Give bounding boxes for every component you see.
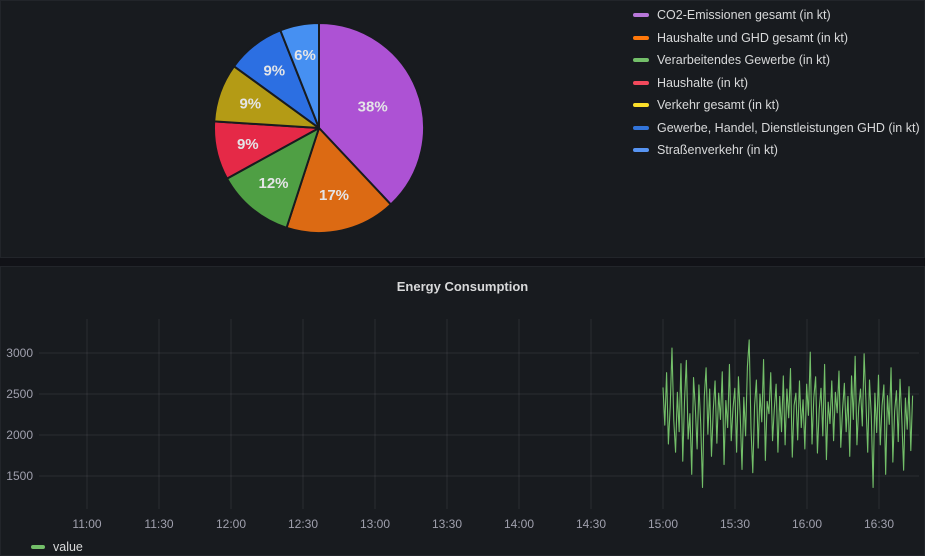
legend-item[interactable]: CO2-Emissionen gesamt (in kt) [633,4,920,27]
legend-swatch [633,36,649,40]
x-axis-label: 14:30 [576,517,606,531]
x-axis-label: 16:00 [792,517,822,531]
legend-label: Gewerbe, Handel, Dienstleistungen GHD (i… [657,121,920,135]
x-axis-label: 15:00 [648,517,678,531]
value-series-line [663,340,913,488]
y-axis-label: 1500 [6,469,33,483]
legend-item[interactable]: Haushalte und GHD gesamt (in kt) [633,27,920,50]
y-axis-label: 2500 [6,387,33,401]
x-axis-label: 11:30 [144,517,173,531]
legend-swatch [633,58,649,62]
x-axis-label: 13:00 [360,517,390,531]
x-axis-label: 15:30 [720,517,750,531]
pie-panel: 38%17%12%9%9%9%6% CO2-Emissionen gesamt … [0,0,925,258]
legend-swatch [633,148,649,152]
x-axis-label: 16:30 [864,517,894,531]
legend-swatch [633,13,649,17]
pie-slice-label: 6% [294,47,316,64]
pie-slice-label: 17% [319,187,349,204]
legend-label: CO2-Emissionen gesamt (in kt) [657,8,831,22]
pie-slice-label: 9% [237,136,259,153]
legend-label: Verkehr gesamt (in kt) [657,98,779,112]
energy-consumption-panel: Energy Consumption 300025002000150011:00… [0,266,925,556]
legend-item[interactable]: Verkehr gesamt (in kt) [633,94,920,117]
pie-slice-label: 38% [358,99,388,116]
x-axis-label: 11:00 [72,517,101,531]
legend-swatch [633,103,649,107]
pie-legend: CO2-Emissionen gesamt (in kt) Haushalte … [633,4,920,162]
legend-swatch [633,126,649,130]
legend-swatch [633,81,649,85]
series-legend-item[interactable]: value [31,540,83,554]
x-axis-label: 12:30 [288,517,318,531]
legend-item[interactable]: Haushalte (in kt) [633,72,920,95]
pie-slice-label: 9% [239,95,261,112]
series-legend-swatch [31,545,45,549]
y-axis-label: 2000 [6,428,33,442]
legend-label: Haushalte (in kt) [657,76,748,90]
legend-item[interactable]: Straßenverkehr (in kt) [633,139,920,162]
legend-item[interactable]: Gewerbe, Handel, Dienstleistungen GHD (i… [633,117,920,140]
legend-item[interactable]: Verarbeitendes Gewerbe (in kt) [633,49,920,72]
legend-label: Straßenverkehr (in kt) [657,143,778,157]
x-axis-label: 12:00 [216,517,246,531]
x-axis-label: 13:30 [432,517,462,531]
x-axis-label: 14:00 [504,517,534,531]
timeseries-chart[interactable]: 3000 2500 2000 1500 11:00 11:30 12:00 12:30 13:0… [1,267,925,555]
y-axis-label: 3000 [6,346,33,360]
pie-slice-label: 9% [263,62,285,79]
legend-label: Verarbeitendes Gewerbe (in kt) [657,53,830,67]
pie-slice-label: 12% [258,175,288,192]
series-legend-label: value [53,540,83,554]
legend-label: Haushalte und GHD gesamt (in kt) [657,31,848,45]
grafana-dashboard: { "chart_data": [ { "type": "pie", "labe… [0,0,925,556]
